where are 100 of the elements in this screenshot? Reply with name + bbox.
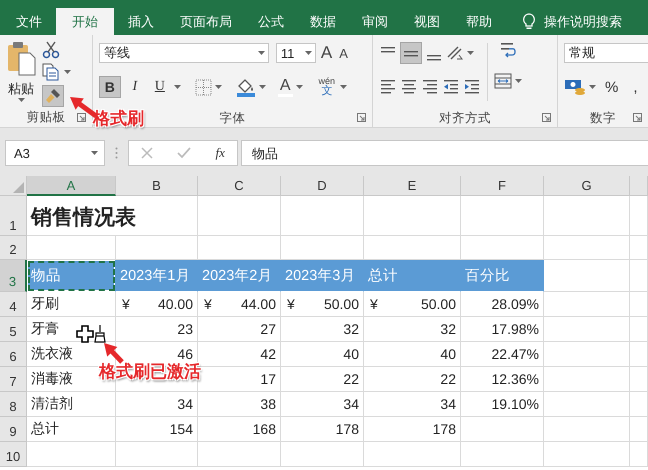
table-cell: 40 <box>364 342 461 367</box>
caret-icon[interactable] <box>18 98 24 103</box>
launcher-icon[interactable] <box>633 113 642 122</box>
table-cell: 牙刷 <box>27 292 116 317</box>
column-header[interactable]: C <box>198 176 281 196</box>
caret-icon[interactable] <box>467 50 474 56</box>
table-cell: 清洁剂 <box>27 392 116 417</box>
empty-cell <box>630 442 648 467</box>
table-cell: 34 <box>281 392 364 417</box>
table-cell: 17.98% <box>461 317 544 342</box>
phonetic-button[interactable]: wén 文 <box>316 77 338 97</box>
increase-indent-icon[interactable] <box>463 79 482 95</box>
empty-cell <box>630 392 648 417</box>
table-cell: 23 <box>116 317 198 342</box>
row-header[interactable]: 6 <box>0 342 27 367</box>
caret-icon[interactable] <box>515 78 522 84</box>
row-header[interactable]: 3 <box>0 260 27 292</box>
table-cell: 178 <box>281 417 364 442</box>
tell-me-search[interactable]: 操作说明搜索 <box>544 12 622 30</box>
row-header[interactable]: 5 <box>0 317 27 342</box>
row-header[interactable]: 10 <box>0 442 27 467</box>
launcher-icon[interactable] <box>542 113 551 122</box>
font-color-button[interactable]: A <box>278 77 293 97</box>
format-painter-button[interactable] <box>42 85 64 107</box>
font-name-value: 等线 <box>104 44 130 62</box>
name-box[interactable]: A3 <box>5 140 105 166</box>
shrink-font-button[interactable]: A <box>337 46 350 60</box>
caret-icon[interactable] <box>214 84 222 90</box>
italic-button[interactable]: I <box>124 76 146 98</box>
caret-icon[interactable] <box>258 50 265 56</box>
paste-icon[interactable] <box>6 41 36 77</box>
caret-icon[interactable] <box>296 84 303 90</box>
copy-icon[interactable] <box>42 63 59 81</box>
percent-button[interactable]: % <box>599 78 624 96</box>
paste-button[interactable]: 粘贴 <box>8 80 34 98</box>
table-cell: 32 <box>364 317 461 342</box>
ribbon-tab[interactable]: 插入 <box>116 8 166 35</box>
ribbon-tab[interactable]: 开始 <box>56 8 114 35</box>
middle-align-button[interactable] <box>400 42 422 64</box>
right-align-icon[interactable] <box>421 79 440 95</box>
launcher-icon[interactable] <box>357 113 366 122</box>
caret-icon[interactable] <box>340 84 348 90</box>
center-align-icon[interactable] <box>400 79 418 95</box>
ribbon-tab[interactable]: 帮助 <box>454 8 504 35</box>
row-header[interactable]: 4 <box>0 292 27 317</box>
font-size-field[interactable]: 11 <box>276 43 316 63</box>
row-header[interactable]: 9 <box>0 417 27 442</box>
caret-icon[interactable] <box>91 150 98 156</box>
column-header[interactable]: F <box>461 176 544 196</box>
row-header[interactable]: 7 <box>0 367 27 392</box>
caret-icon[interactable] <box>64 70 71 74</box>
currency-format-icon[interactable] <box>564 78 586 96</box>
empty-cell <box>630 417 648 442</box>
cell-value: 40.00 <box>158 296 193 312</box>
table-cell: 12.36% <box>461 367 544 392</box>
underline-button[interactable]: U <box>148 76 171 98</box>
caret-icon[interactable] <box>174 84 181 90</box>
currency-symbol: ¥ <box>204 296 212 312</box>
currency-symbol: ¥ <box>287 296 295 312</box>
scissors-icon[interactable] <box>42 41 60 59</box>
drag-handle-icon[interactable] <box>115 147 118 159</box>
ribbon-tab[interactable]: 审阅 <box>350 8 400 35</box>
ribbon-tab[interactable]: 公式 <box>246 8 296 35</box>
fill-color-icon[interactable] <box>236 78 256 96</box>
ribbon-tab[interactable]: 视图 <box>402 8 452 35</box>
font-name-field[interactable]: 等线 <box>98 43 269 63</box>
insert-function-button[interactable]: fx <box>216 145 225 161</box>
formula-field[interactable]: 物品 <box>241 140 648 166</box>
caret-icon[interactable] <box>589 84 596 90</box>
column-header[interactable]: D <box>281 176 364 196</box>
caret-icon[interactable] <box>258 84 266 90</box>
cell-value: 44.00 <box>240 296 276 312</box>
merge-center-icon[interactable] <box>494 73 512 89</box>
borders-icon[interactable] <box>194 78 212 96</box>
check-icon[interactable] <box>177 147 192 159</box>
launcher-icon[interactable] <box>76 113 86 122</box>
column-header[interactable]: E <box>364 176 461 196</box>
ribbon-tab[interactable]: 页面布局 <box>168 8 244 35</box>
ribbon-tab[interactable]: 数据 <box>298 8 348 35</box>
header-cell: 百分比 <box>461 260 544 292</box>
column-header[interactable]: A <box>27 176 116 196</box>
grow-font-button[interactable]: A <box>318 43 334 63</box>
column-header[interactable]: B <box>116 176 198 196</box>
group-label: 数字 <box>590 110 616 126</box>
decrease-indent-icon[interactable] <box>442 79 460 95</box>
orientation-icon[interactable] <box>446 45 464 61</box>
row-header[interactable]: 1 <box>0 196 27 236</box>
row-header[interactable]: 2 <box>0 236 27 260</box>
lightbulb-icon[interactable] <box>522 12 536 30</box>
caret-icon[interactable] <box>304 50 312 56</box>
comma-button[interactable]: , <box>627 78 644 96</box>
left-align-icon[interactable] <box>379 79 398 95</box>
row-header[interactable]: 8 <box>0 392 27 417</box>
number-format-field[interactable]: 常规 <box>564 43 648 63</box>
column-header[interactable]: G <box>544 176 630 196</box>
table-cell: 28.09% <box>461 292 544 317</box>
bold-button[interactable]: B <box>98 76 121 98</box>
header-cell: 2023年3月 <box>281 260 364 292</box>
ribbon-tab[interactable]: 文件 <box>4 8 54 35</box>
table-cell: 178 <box>364 417 461 442</box>
